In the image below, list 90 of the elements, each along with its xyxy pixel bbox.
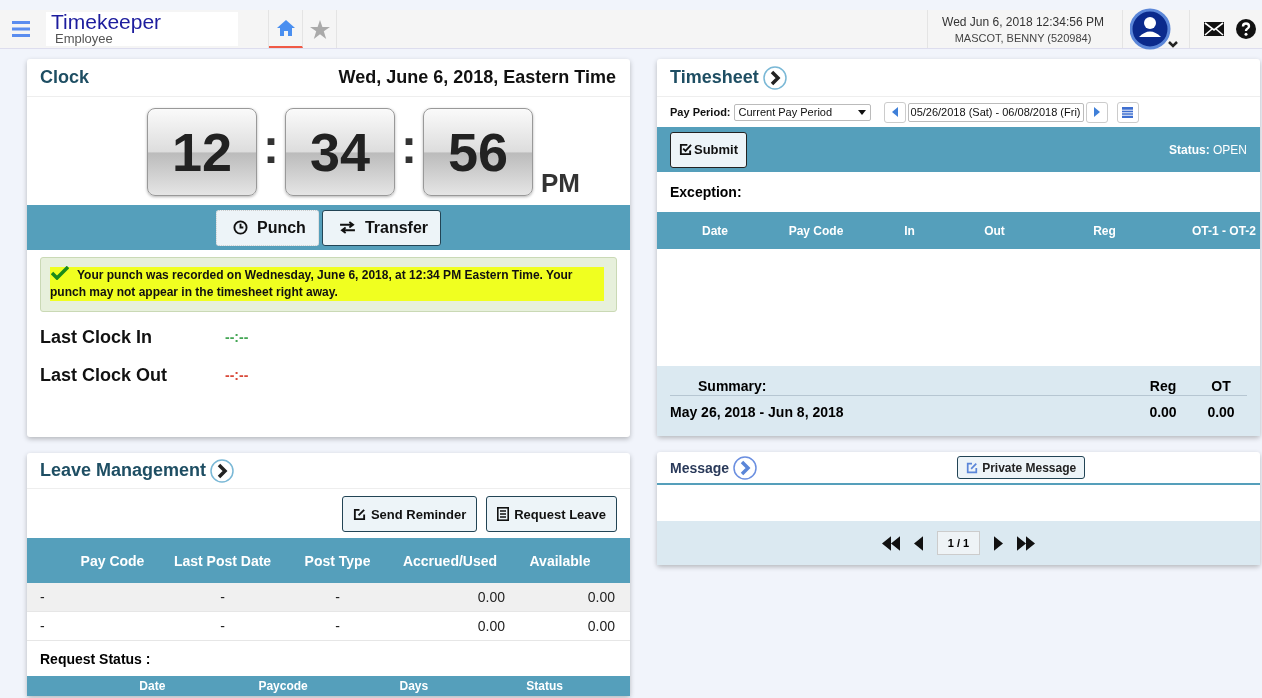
- column-header: Accrued/Used: [401, 552, 499, 569]
- column-header: OT-1 - OT-2: [1191, 223, 1256, 238]
- first-page-icon[interactable]: [881, 535, 900, 551]
- clock-digits: 34: [285, 108, 395, 196]
- table-cell-text: 0.00: [586, 589, 615, 605]
- previous-page-icon[interactable]: [913, 535, 923, 551]
- table-cell-text: 0.00: [586, 618, 615, 634]
- date-range-field[interactable]: 05/26/2018 (Sat) - 06/08/2018 (Fri): [907, 102, 1084, 122]
- edit-icon: [966, 461, 979, 474]
- summary-label: Summary:: [697, 378, 768, 394]
- column-header: Date: [701, 223, 729, 238]
- column-header: Reg: [1092, 223, 1117, 238]
- card-title: Clock: [40, 67, 90, 88]
- clock-digits: 56: [423, 108, 533, 196]
- previous-period-button[interactable]: [883, 101, 906, 123]
- column-header: OT: [1210, 378, 1232, 394]
- column-header: Reg: [1148, 378, 1178, 394]
- table-cell-text: -: [219, 618, 226, 634]
- next-period-button[interactable]: [1085, 101, 1108, 123]
- card-title: Message: [670, 459, 730, 476]
- column-header: Status: [525, 679, 564, 693]
- clock-separator: :: [263, 119, 279, 174]
- am-pm-label: PM: [541, 170, 580, 196]
- next-page-icon[interactable]: [994, 535, 1004, 551]
- table-cell-text: -: [334, 618, 341, 634]
- transfer-arrows-icon: [338, 221, 356, 234]
- calendar-icon: [1122, 106, 1133, 118]
- private-message-button[interactable]: Private Message: [957, 456, 1086, 479]
- column-header: Pay Code: [787, 223, 845, 238]
- current-datetime: Wed Jun 6, 2018 12:34:56 PM: [942, 14, 1104, 29]
- summary-value: 0.00: [1206, 404, 1236, 420]
- edit-icon: [352, 507, 366, 521]
- table-cell-text: -: [219, 589, 226, 605]
- column-header: Paycode: [257, 679, 309, 693]
- column-header: Out: [983, 223, 1006, 238]
- app-title: Timekeeper: [51, 12, 163, 32]
- leave-button[interactable]: Request Leave: [486, 496, 617, 532]
- caret-right-icon: [1093, 107, 1100, 117]
- timesheet-status: Status: OPEN: [1169, 142, 1247, 157]
- summary-period: May 26, 2018 - Jun 8, 2018: [670, 404, 845, 420]
- last-clock-value: --:--: [225, 329, 249, 345]
- last-clock-label: Last Clock Out: [40, 364, 169, 386]
- dropdown-caret-icon: [857, 109, 866, 115]
- column-header: Available: [528, 552, 592, 569]
- chevron-right-icon[interactable]: [762, 65, 787, 90]
- nav-tab[interactable]: [269, 10, 303, 48]
- clock-date: Wed, June 6, 2018, Eastern Time: [338, 67, 616, 88]
- card-title: Timesheet: [670, 67, 759, 88]
- table-cell-text: -: [334, 589, 341, 605]
- help-icon[interactable]: [1236, 19, 1256, 39]
- summary-value: 0.00: [1148, 404, 1178, 420]
- star-icon: [309, 19, 330, 39]
- check-icon: [51, 266, 69, 280]
- exception-label: Exception:: [669, 183, 743, 202]
- list-icon: [497, 507, 510, 521]
- caret-left-icon: [891, 107, 898, 117]
- column-header: In: [903, 223, 916, 238]
- clock-digits: 12: [147, 108, 257, 196]
- table-cell-text: 0.00: [476, 589, 505, 605]
- column-header: Post Type: [303, 552, 372, 569]
- clock-icon: [233, 220, 248, 235]
- last-clock-label: Last Clock In: [40, 326, 154, 348]
- user-name: MASCOT, BENNY (520984): [954, 31, 1092, 44]
- table-cell-text: -: [40, 589, 46, 605]
- clock-separator: :: [401, 119, 417, 174]
- home-icon: [275, 19, 296, 37]
- card-title: Leave Management: [40, 460, 207, 481]
- pay-period-dropdown[interactable]: Current Pay Period: [733, 103, 871, 121]
- table-cell-text: -: [40, 618, 46, 634]
- punch-message: Your punch was recorded on Wednesday, June 6, 2018, at 12:34 PM Eastern Time. Your punch may not appear in the timesheet right away.: [50, 267, 604, 301]
- column-header: Pay Code: [79, 552, 146, 569]
- punch-button[interactable]: Transfer: [321, 209, 441, 246]
- app-subtitle: Employee: [55, 32, 113, 46]
- calendar-button[interactable]: [1116, 101, 1139, 123]
- column-header: Date: [138, 679, 167, 693]
- column-header: Days: [398, 679, 430, 693]
- last-page-icon[interactable]: [1017, 535, 1036, 551]
- punch-button[interactable]: Punch: [216, 209, 319, 246]
- column-header: Last Post Date: [172, 552, 273, 569]
- mail-icon[interactable]: [1204, 22, 1224, 36]
- last-clock-value: --:--: [225, 367, 249, 383]
- chevron-right-icon[interactable]: [210, 458, 235, 483]
- table-cell-text: 0.00: [476, 618, 505, 634]
- menu-icon[interactable]: [12, 21, 30, 37]
- page-indicator: 1 / 1: [936, 531, 981, 555]
- request-status-label: Request Status :: [39, 650, 152, 669]
- leave-button[interactable]: Send Reminder: [341, 496, 478, 532]
- pay-period-label: Pay Period:: [670, 106, 731, 118]
- checkbox-icon: [679, 143, 692, 156]
- submit-button[interactable]: Submit: [670, 131, 748, 168]
